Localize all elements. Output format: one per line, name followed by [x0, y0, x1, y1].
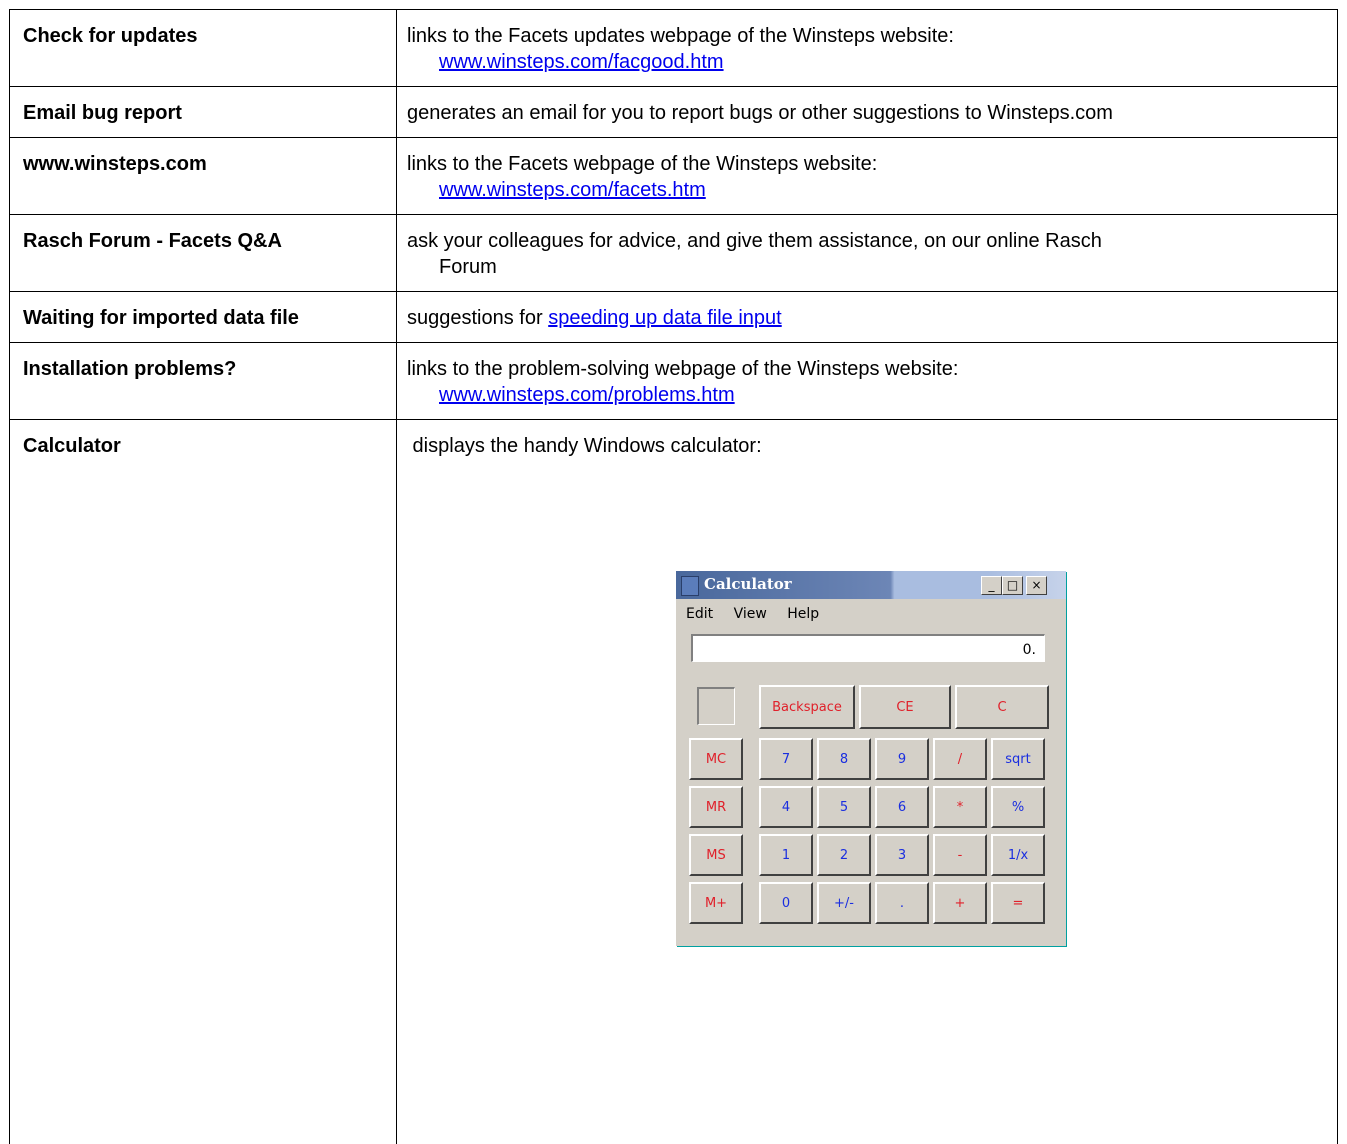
term-cell: Check for updates — [10, 10, 397, 87]
calc-9-button[interactable]: 9 — [875, 738, 929, 780]
speeding-up-link[interactable]: speeding up data file input — [548, 307, 782, 329]
calc-c-button[interactable]: C — [955, 685, 1049, 729]
desc-text: links to the Facets webpage of the Winst… — [407, 153, 877, 175]
calculator-display: 0. — [691, 634, 1045, 662]
calc-slash-button[interactable]: / — [933, 738, 987, 780]
calc-sqrt-button[interactable]: sqrt — [991, 738, 1045, 780]
facets-link[interactable]: www.winsteps.com/facets.htm — [439, 179, 706, 201]
menu-help[interactable]: Help — [787, 606, 819, 622]
calculator-title: Calculator — [704, 575, 792, 593]
calc-mr-button[interactable]: MR — [689, 786, 743, 828]
calc-1-button[interactable]: 1 — [759, 834, 813, 876]
calc-plusslashminus-button[interactable]: +/- — [817, 882, 871, 924]
desc-cell: generates an email for you to report bug… — [397, 87, 1338, 138]
desc-text-continued: Forum — [407, 254, 1327, 280]
desc-text: ask your colleagues for advice, and give… — [407, 230, 1102, 252]
table-row: Installation problems? links to the prob… — [10, 343, 1338, 420]
calc-1slashx-button[interactable]: 1/x — [991, 834, 1045, 876]
term-cell: Calculator — [10, 420, 397, 1144]
term-cell: Installation problems? — [10, 343, 397, 420]
desc-cell: links to the Facets webpage of the Winst… — [397, 138, 1338, 215]
term-cell: www.winsteps.com — [10, 138, 397, 215]
calc-plus-button[interactable]: + — [933, 882, 987, 924]
calc-0-button[interactable]: 0 — [759, 882, 813, 924]
term-cell: Waiting for imported data file — [10, 292, 397, 343]
facgood-link[interactable]: www.winsteps.com/facgood.htm — [439, 51, 724, 73]
calc-percent-button[interactable]: % — [991, 786, 1045, 828]
help-table: Check for updates links to the Facets up… — [9, 9, 1338, 1144]
calc-2-button[interactable]: 2 — [817, 834, 871, 876]
minimize-button[interactable]: _ — [981, 576, 1002, 595]
calc-star-button[interactable]: * — [933, 786, 987, 828]
desc-text: links to the Facets updates webpage of t… — [407, 25, 954, 47]
close-button[interactable]: × — [1026, 576, 1047, 595]
desc-cell: links to the Facets updates webpage of t… — [397, 10, 1338, 87]
calc-4-button[interactable]: 4 — [759, 786, 813, 828]
calc-minus-button[interactable]: - — [933, 834, 987, 876]
calc-dot-button[interactable]: . — [875, 882, 929, 924]
desc-cell: links to the problem-solving webpage of … — [397, 343, 1338, 420]
desc-text: suggestions for — [407, 307, 548, 329]
table-row: Email bug report generates an email for … — [10, 87, 1338, 138]
calc-mc-button[interactable]: MC — [689, 738, 743, 780]
table-row: www.winsteps.com links to the Facets web… — [10, 138, 1338, 215]
memory-indicator — [697, 687, 735, 725]
table-row: Check for updates links to the Facets up… — [10, 10, 1338, 87]
calc-7-button[interactable]: 7 — [759, 738, 813, 780]
table-row: Calculator displays the handy Windows ca… — [10, 420, 1338, 1144]
table-row: Rasch Forum - Facets Q&A ask your collea… — [10, 215, 1338, 292]
calc-ms-button[interactable]: MS — [689, 834, 743, 876]
calc-8-button[interactable]: 8 — [817, 738, 871, 780]
calculator-icon — [681, 576, 699, 596]
calc-3-button[interactable]: 3 — [875, 834, 929, 876]
desc-cell: suggestions for speeding up data file in… — [397, 292, 1338, 343]
calc-backspace-button[interactable]: Backspace — [759, 685, 855, 729]
table-row: Waiting for imported data file suggestio… — [10, 292, 1338, 343]
term-cell: Rasch Forum - Facets Q&A — [10, 215, 397, 292]
calculator-title-bar: Calculator _ □ × — [676, 571, 1066, 599]
calc-ce-button[interactable]: CE — [859, 685, 951, 729]
problems-link[interactable]: www.winsteps.com/problems.htm — [439, 384, 735, 406]
menu-view[interactable]: View — [734, 606, 767, 622]
desc-cell: ask your colleagues for advice, and give… — [397, 215, 1338, 292]
term-cell: Email bug report — [10, 87, 397, 138]
calc-6-button[interactable]: 6 — [875, 786, 929, 828]
calc-mplus-button[interactable]: M+ — [689, 882, 743, 924]
desc-text: links to the problem-solving webpage of … — [407, 358, 958, 380]
calculator-screenshot: Calculator _ □ × Edit View Help 0. Backs… — [676, 571, 1066, 946]
calculator-menu-bar: Edit View Help — [686, 606, 835, 622]
menu-edit[interactable]: Edit — [686, 606, 713, 622]
calc-5-button[interactable]: 5 — [817, 786, 871, 828]
maximize-button[interactable]: □ — [1002, 576, 1023, 595]
calc-equals-button[interactable]: = — [991, 882, 1045, 924]
